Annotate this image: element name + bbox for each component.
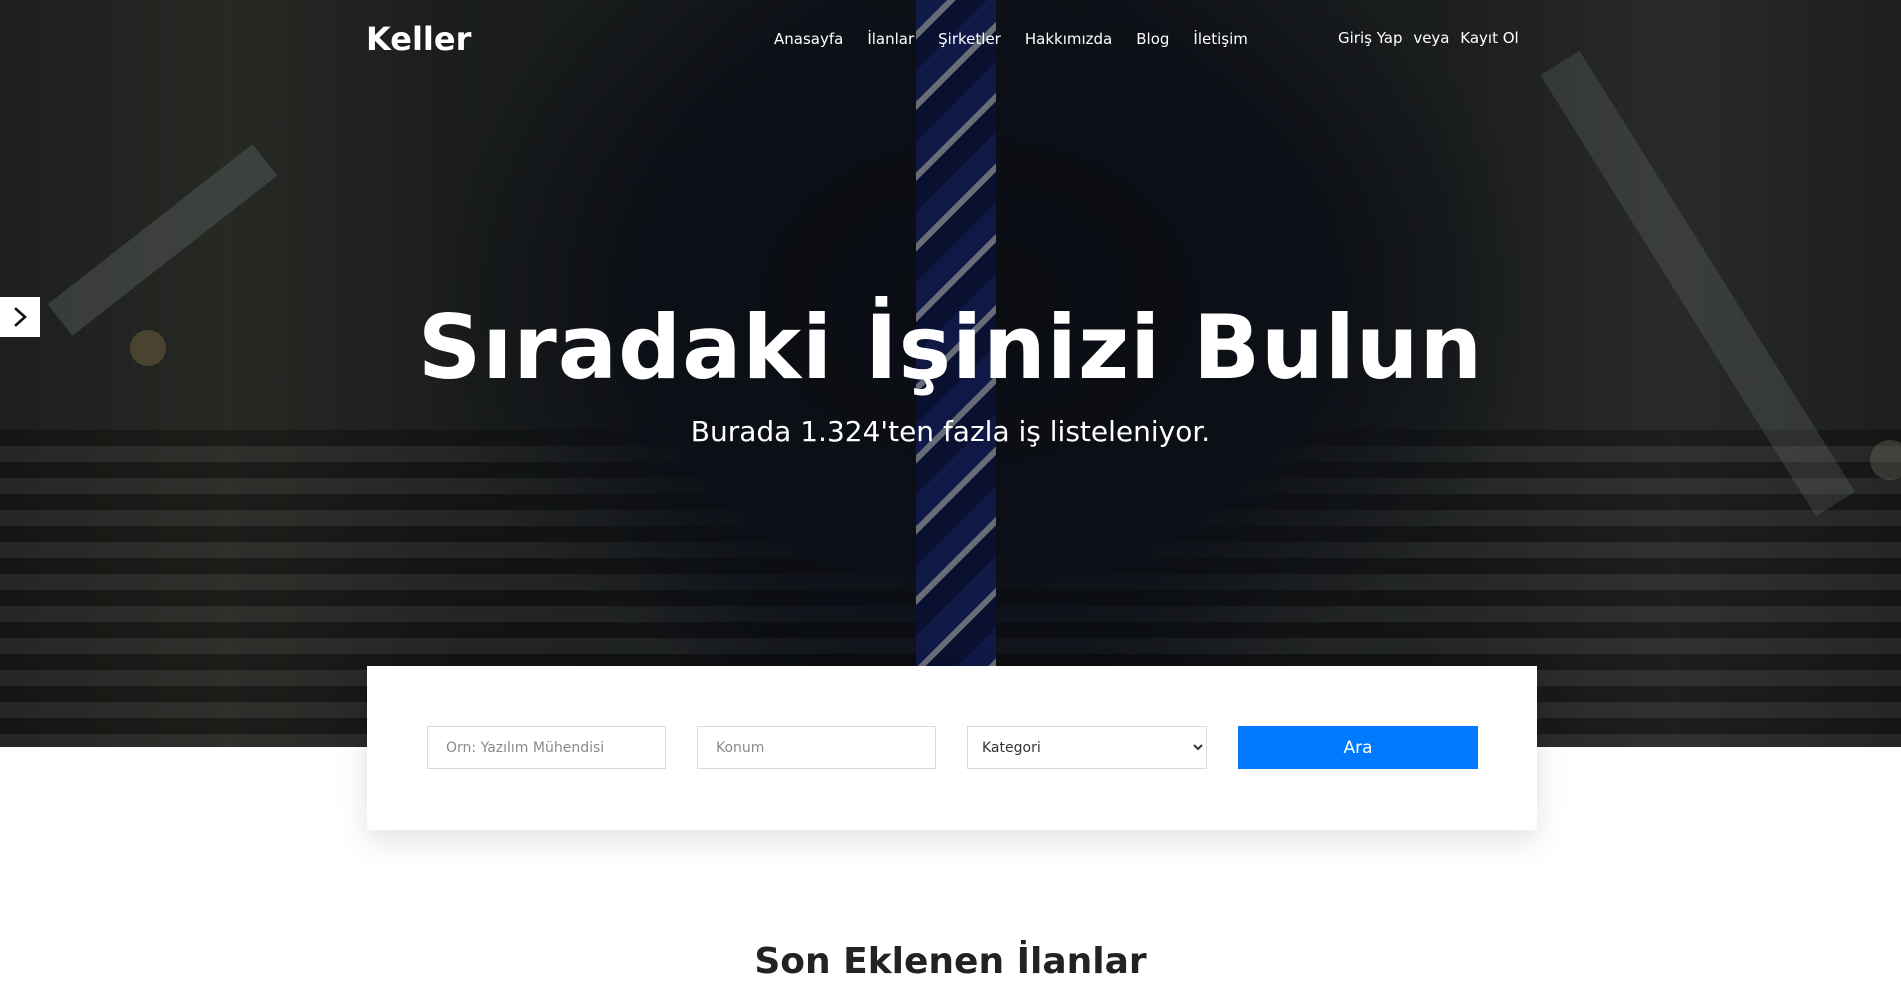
nav-item-home[interactable]: Anasayfa [774,28,843,50]
main-nav: Anasayfa İlanlar Şirketler Hakkımızda Bl… [774,28,1272,50]
latest-jobs-heading: Son Eklenen İlanlar [754,941,1147,982]
nav-item-jobs[interactable]: İlanlar [867,28,914,50]
chevron-right-icon [14,307,27,327]
hero-section: Sıradaki İşinizi Bulun Burada 1.324'ten … [0,0,1901,747]
hero-title: Sıradaki İşinizi Bulun [417,296,1484,399]
location-input[interactable] [697,726,936,769]
search-button[interactable]: Ara [1238,726,1478,769]
nav-item-blog[interactable]: Blog [1136,28,1169,50]
hero-subtitle: Burada 1.324'ten fazla iş listeleniyor. [690,415,1211,448]
auth-separator: veya [1413,29,1450,47]
job-search-form: Kategori Ara [367,666,1537,830]
nav-item-companies[interactable]: Şirketler [938,28,1001,50]
login-link[interactable]: Giriş Yap [1338,29,1403,47]
slider-next-button[interactable] [0,297,40,337]
job-title-input[interactable] [427,726,666,769]
register-link[interactable]: Kayıt Ol [1460,29,1518,47]
nav-item-contact[interactable]: İletişim [1193,28,1247,50]
category-select[interactable]: Kategori [967,726,1207,769]
auth-links: Giriş Yap veya Kayıt Ol [1338,27,1519,49]
site-logo[interactable]: Keller [366,18,471,60]
nav-item-about[interactable]: Hakkımızda [1025,28,1112,50]
